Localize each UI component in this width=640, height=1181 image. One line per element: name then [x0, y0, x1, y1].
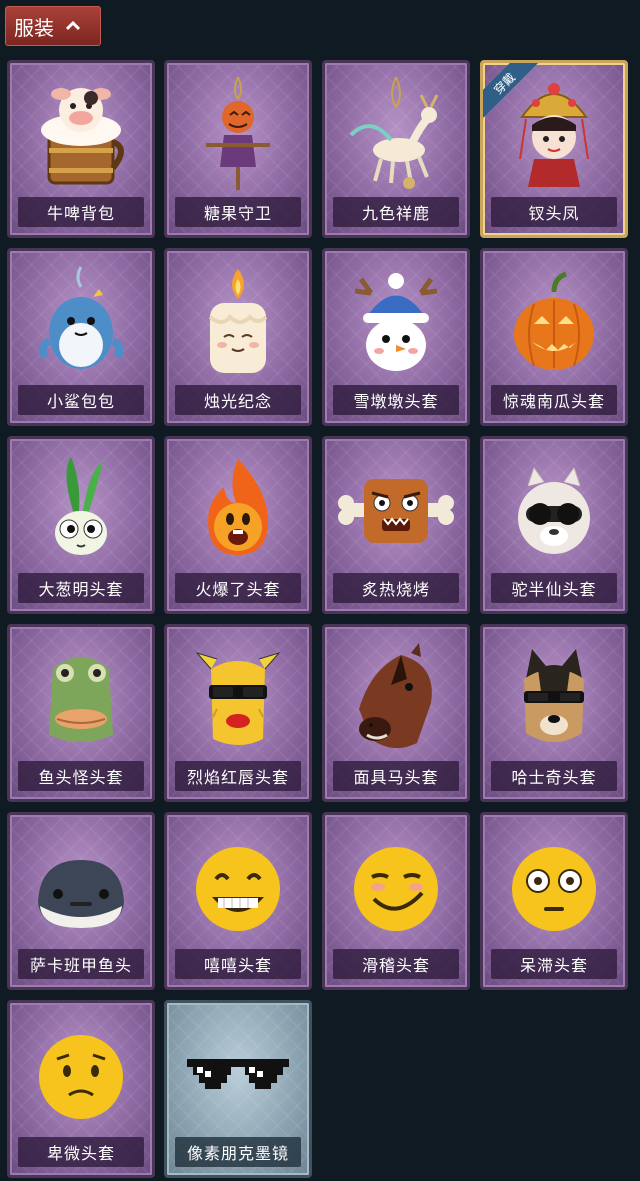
item-label: 牛啤背包 — [18, 197, 144, 227]
item-label: 鱼头怪头套 — [18, 761, 144, 791]
alpaca-head-icon — [483, 447, 625, 575]
chevron-up-icon — [66, 21, 80, 31]
item-label: 烛光纪念 — [175, 385, 301, 415]
bbq-meat-icon — [325, 447, 467, 575]
grin-emoji-head-icon — [167, 823, 309, 951]
item-card[interactable]: 小鲨包包 — [7, 248, 155, 426]
item-label: 像素朋克墨镜 — [175, 1137, 301, 1167]
fire-head-icon — [167, 447, 309, 575]
deer-pendant-icon — [325, 71, 467, 199]
category-title: 服装 — [14, 15, 54, 40]
snowman-head-icon — [325, 259, 467, 387]
shark-bag-icon — [10, 259, 152, 387]
item-card[interactable]: 烛光纪念 — [164, 248, 312, 426]
item-label: 小鲨包包 — [18, 385, 144, 415]
item-card[interactable]: 雪墩墩头套 — [322, 248, 470, 426]
item-label: 炙热烧烤 — [333, 573, 459, 603]
funny-emoji-head-icon — [325, 823, 467, 951]
item-card[interactable]: 鱼头怪头套 — [7, 624, 155, 802]
item-label: 哈士奇头套 — [491, 761, 617, 791]
item-card[interactable]: 惊魂南瓜头套 — [480, 248, 628, 426]
item-label: 面具马头套 — [333, 761, 459, 791]
item-label: 雪墩墩头套 — [333, 385, 459, 415]
item-card[interactable]: 萨卡班甲鱼头 — [7, 812, 155, 990]
item-label: 糖果守卫 — [175, 197, 301, 227]
item-label: 钗头凤 — [491, 197, 617, 227]
item-card-equipped[interactable]: 穿戴 钗头凤 — [480, 60, 628, 238]
item-card[interactable]: 嘻嘻头套 — [164, 812, 312, 990]
item-card[interactable]: 哈士奇头套 — [480, 624, 628, 802]
item-label: 大葱明头套 — [18, 573, 144, 603]
item-label: 惊魂南瓜头套 — [491, 385, 617, 415]
horse-mask-icon — [325, 635, 467, 763]
item-label: 卑微头套 — [18, 1137, 144, 1167]
item-card[interactable]: 炙热烧烤 — [322, 436, 470, 614]
item-label: 嘻嘻头套 — [175, 949, 301, 979]
item-card[interactable]: 卑微头套 — [7, 1000, 155, 1178]
item-card[interactable]: 火爆了头套 — [164, 436, 312, 614]
candle-icon — [167, 259, 309, 387]
item-card[interactable]: 糖果守卫 — [164, 60, 312, 238]
phoenix-crown-icon — [483, 71, 625, 199]
item-label: 九色祥鹿 — [333, 197, 459, 227]
pumpkin-head-icon — [483, 259, 625, 387]
item-card[interactable]: 牛啤背包 — [7, 60, 155, 238]
item-card[interactable]: 大葱明头套 — [7, 436, 155, 614]
item-card[interactable]: 呆滞头套 — [480, 812, 628, 990]
item-label: 驼半仙头套 — [491, 573, 617, 603]
cow-beer-backpack-icon — [10, 71, 152, 199]
item-card[interactable]: 烈焰红唇头套 — [164, 624, 312, 802]
item-label: 火爆了头套 — [175, 573, 301, 603]
item-card[interactable]: 像素朋克墨镜 — [164, 1000, 312, 1178]
item-label: 烈焰红唇头套 — [175, 761, 301, 791]
pumpkin-scarecrow-icon — [167, 71, 309, 199]
scallion-head-icon — [10, 447, 152, 575]
pixel-sunglasses-icon — [167, 1011, 309, 1139]
humble-emoji-head-icon — [10, 1011, 152, 1139]
item-card[interactable]: 滑稽头套 — [322, 812, 470, 990]
fish-head-icon — [10, 635, 152, 763]
sacabambaspis-head-icon — [10, 823, 152, 951]
costume-category-tab[interactable]: 服装 — [5, 6, 101, 46]
dazed-emoji-head-icon — [483, 823, 625, 951]
husky-head-icon — [483, 635, 625, 763]
item-label: 滑稽头套 — [333, 949, 459, 979]
item-label: 萨卡班甲鱼头 — [18, 949, 144, 979]
item-card[interactable]: 面具马头套 — [322, 624, 470, 802]
item-label: 呆滞头套 — [491, 949, 617, 979]
item-card[interactable]: 九色祥鹿 — [322, 60, 470, 238]
item-card[interactable]: 驼半仙头套 — [480, 436, 628, 614]
red-lips-head-icon — [167, 635, 309, 763]
